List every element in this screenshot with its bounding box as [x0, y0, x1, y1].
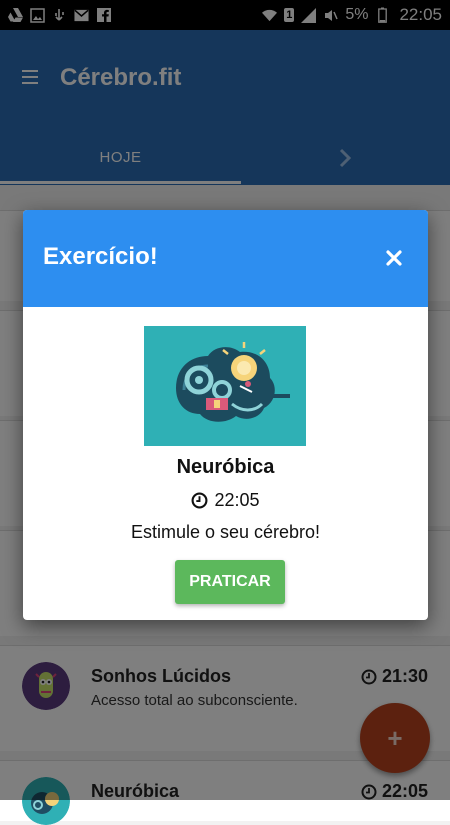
exercise-time-value: 22:05 — [214, 490, 260, 510]
exercise-dialog: Exercício! Neuróbica 22:05 Estimule o se… — [23, 210, 428, 620]
dialog-title: Exercício! — [43, 243, 158, 270]
clock-icon — [192, 492, 208, 509]
exercise-name: Neuróbica — [176, 456, 275, 478]
close-icon[interactable] — [384, 248, 404, 268]
brain-illustration — [144, 326, 306, 446]
practice-button[interactable]: PRATICAR — [175, 560, 285, 604]
exercise-description: Estimule o seu cérebro! — [130, 522, 321, 542]
exercise-time: 22:05 — [23, 490, 428, 511]
dialog-header: Exercício! — [23, 210, 428, 307]
